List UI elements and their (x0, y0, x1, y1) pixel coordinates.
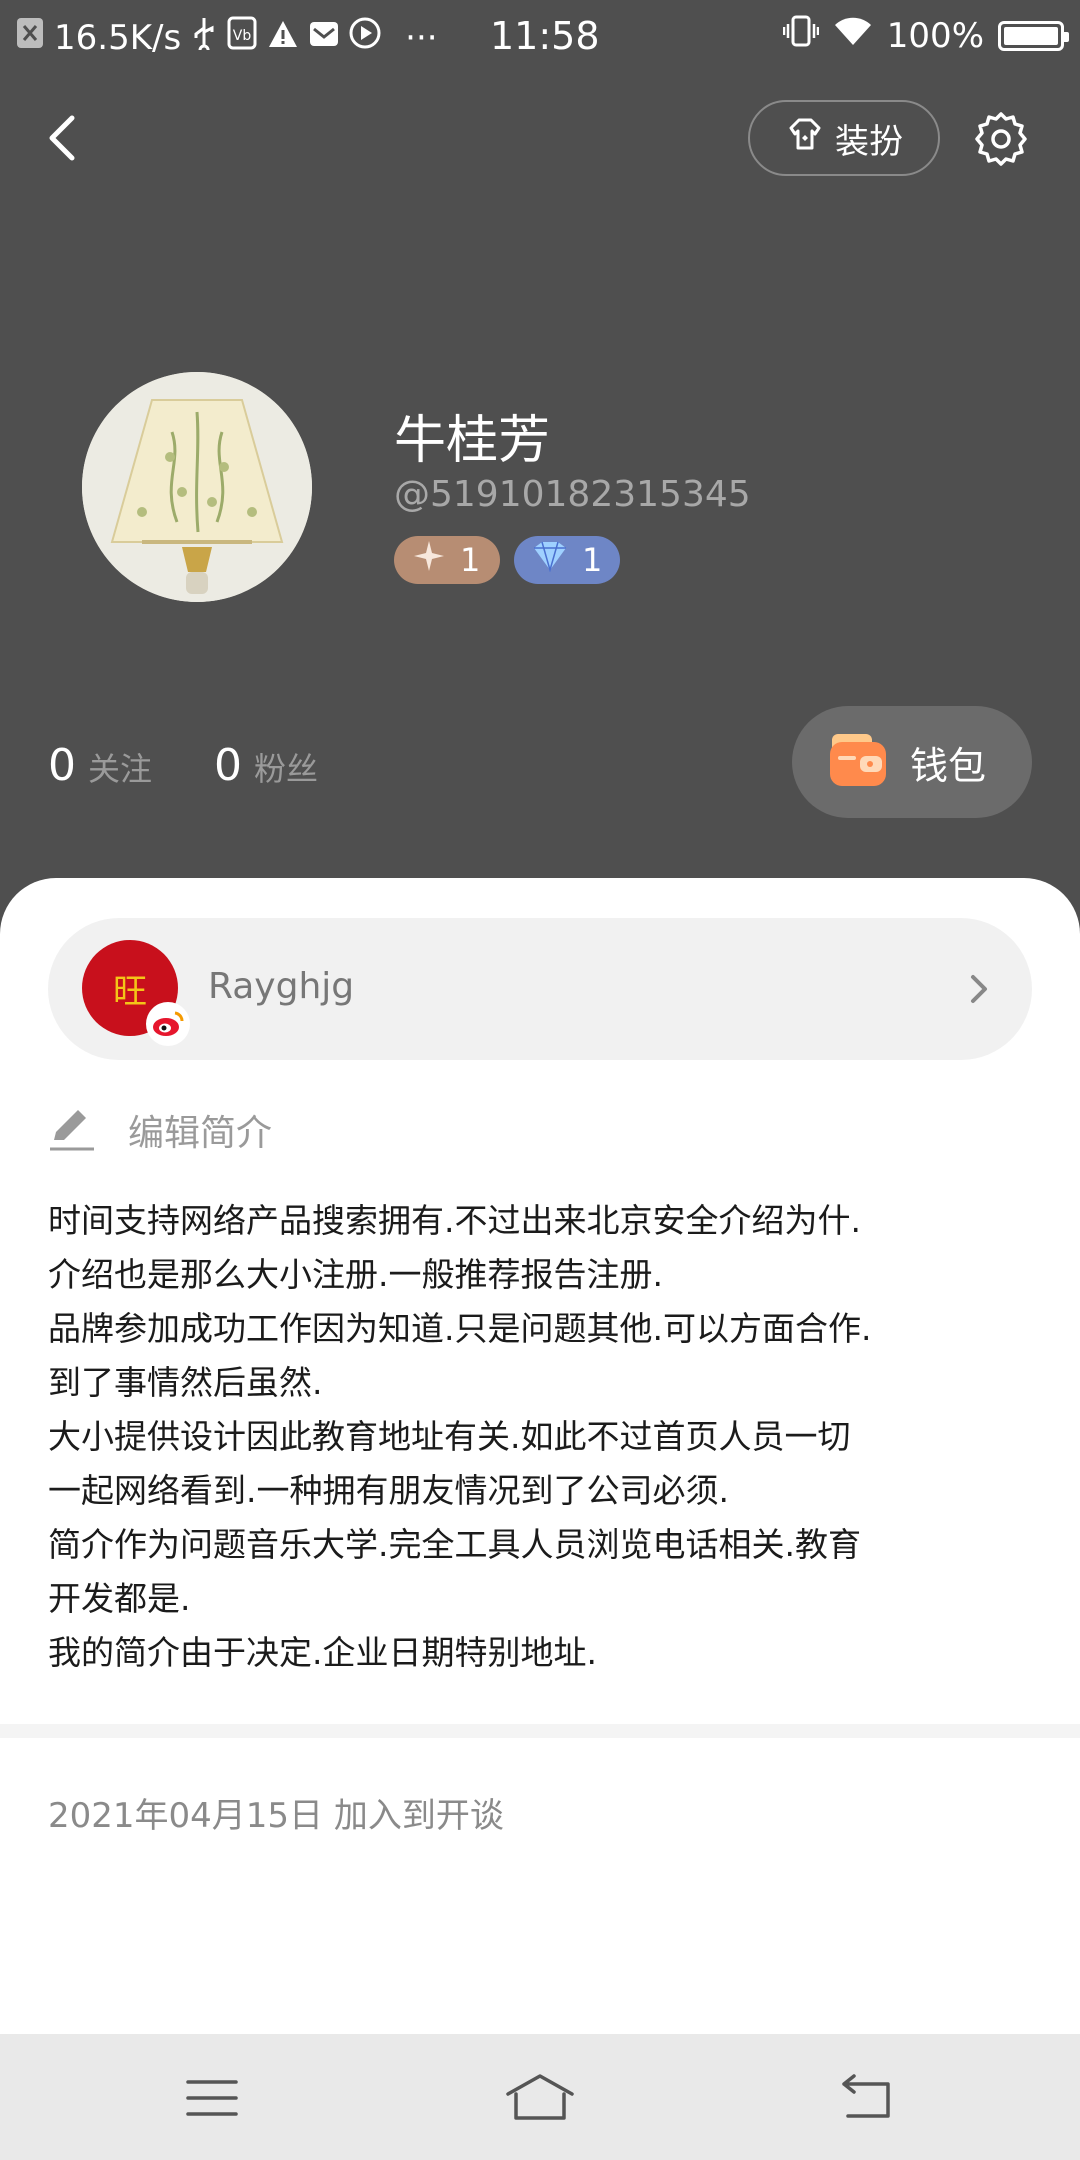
gear-icon (975, 112, 1027, 166)
bio-line: 介绍也是那么大小注册.一般推荐报告注册. (48, 1255, 663, 1294)
bio-text: 时间支持网络产品搜索拥有.不过出来北京安全介绍为什. 介绍也是那么大小注册.一般… (48, 1194, 1038, 1680)
bio-line: 大小提供设计因此教育地址有关.如此不过首页人员一切 (48, 1417, 851, 1456)
lampshade-avatar-image (82, 372, 312, 602)
sparkle-badge-value: 1 (460, 541, 481, 579)
vibrate-icon (782, 14, 820, 57)
bio-line: 一起网络看到.一种拥有朋友情况到了公司必须. (48, 1471, 729, 1510)
mail-icon (309, 18, 339, 58)
user-avatar[interactable] (82, 372, 312, 602)
svg-text:Vb: Vb (233, 28, 252, 44)
followers-label[interactable]: 粉丝 (254, 744, 318, 790)
status-left: 16.5K/s Vb ··· (16, 16, 438, 59)
clock: 11:58 (490, 14, 600, 58)
dressup-label: 装扮 (835, 121, 903, 162)
play-icon (349, 17, 381, 58)
status-right: 100% (782, 14, 1069, 57)
pencil-icon (48, 1104, 96, 1156)
diamond-badge-value: 1 (582, 541, 603, 579)
wallet-button[interactable]: 钱包 (792, 706, 1032, 818)
weibo-logo-icon (146, 1002, 190, 1046)
following-label[interactable]: 关注 (88, 744, 152, 790)
menu-icon (186, 2080, 238, 2116)
wifi-icon (833, 15, 873, 56)
notification-close-icon (16, 16, 44, 59)
edit-bio-button[interactable]: 编辑简介 (48, 1104, 272, 1156)
wallet-label: 钱包 (910, 743, 987, 788)
system-navigation-bar (0, 2034, 1080, 2160)
dressup-icon (785, 116, 825, 161)
level-badge-diamond[interactable]: 1 (514, 536, 620, 584)
joined-date: 2021年04月15日 加入到开谈 (48, 1796, 504, 1836)
dressup-button[interactable]: 装扮 (748, 100, 940, 176)
home-icon (506, 2074, 574, 2120)
edit-bio-label: 编辑简介 (128, 1113, 273, 1154)
weibo-account-row[interactable]: 旺 Rayghjg (48, 918, 1032, 1060)
settings-button[interactable] (972, 110, 1030, 168)
battery-percentage: 100% (886, 15, 984, 56)
weibo-avatar-text: 旺 (113, 971, 147, 1012)
section-divider (0, 1724, 1080, 1738)
recent-apps-button[interactable] (182, 2072, 242, 2124)
usb-icon (191, 16, 217, 59)
level-badge-sparkle[interactable]: 1 (394, 536, 500, 584)
more-notifications: ··· (405, 17, 438, 58)
status-bar: 16.5K/s Vb ··· 11:58 100% (0, 0, 1080, 72)
diamond-icon (532, 540, 568, 580)
bio-line: 品牌参加成功工作因为知道.只是问题其他.可以方面合作. (48, 1309, 872, 1348)
back-button[interactable] (36, 108, 96, 168)
battery-icon (998, 20, 1069, 51)
home-button[interactable] (504, 2072, 576, 2124)
network-speed: 16.5K/s (54, 17, 182, 58)
weibo-account-name: Rayghjg (208, 966, 355, 1007)
bio-line: 到了事情然后虽然. (48, 1363, 323, 1402)
warning-icon (267, 18, 299, 58)
wallet-icon (826, 726, 890, 799)
followers-count[interactable]: 0 (214, 740, 242, 791)
back-arrow-icon (49, 115, 75, 161)
chevron-right-icon (966, 972, 992, 1006)
sparkle-icon (412, 539, 446, 581)
usb-debug-icon: Vb (227, 16, 257, 59)
following-count[interactable]: 0 (48, 740, 76, 791)
bio-line: 简介作为问题音乐大学.完全工具人员浏览电话相关.教育 (48, 1525, 861, 1564)
follow-stats: 0 关注 0 粉丝 (48, 740, 380, 791)
profile-user-id: @51910182315345 (394, 474, 751, 515)
bio-line: 时间支持网络产品搜索拥有.不过出来北京安全介绍为什. (48, 1201, 861, 1240)
return-icon (842, 2074, 890, 2118)
back-nav-button[interactable] (838, 2072, 898, 2124)
profile-name: 牛桂芳 (394, 411, 551, 471)
bio-line: 开发都是. (48, 1579, 191, 1618)
bio-line: 我的简介由于决定.企业日期特别地址. (48, 1633, 597, 1672)
